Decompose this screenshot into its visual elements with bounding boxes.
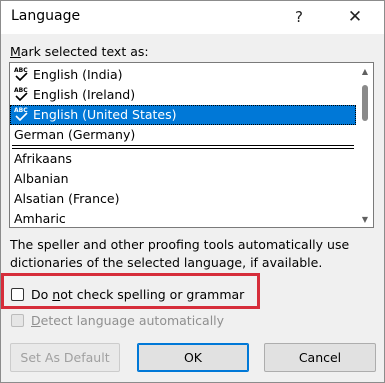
language-item-afrikaans[interactable]: Afrikaans <box>10 149 356 169</box>
help-button[interactable]: ? <box>281 2 317 32</box>
do-not-check-spelling-checkbox[interactable]: Do not check spelling or grammar <box>11 286 244 302</box>
scroll-up-arrow-icon[interactable]: ▲ <box>357 63 373 79</box>
language-item-german-germany[interactable]: German (Germany) <box>10 125 356 145</box>
spell-check-icon: ABC <box>14 87 30 102</box>
scroll-thumb[interactable] <box>362 85 368 121</box>
dialog-title: Language <box>11 8 81 24</box>
spell-check-icon: ABC <box>14 67 30 82</box>
checkbox-label: Detect language automatically <box>31 312 225 328</box>
language-dialog: Language ? ✕ Mark selected text as: ABC E… <box>0 0 385 383</box>
language-item-amharic[interactable]: Amharic <box>10 209 356 227</box>
title-bar: Language ? ✕ <box>1 1 384 34</box>
language-item-english-united-states[interactable]: ABC English (United States) <box>10 105 356 125</box>
checkbox-box[interactable] <box>11 287 24 301</box>
language-list: ABC English (India) ABC English (Ireland) … <box>10 65 356 227</box>
checkbox-box[interactable] <box>11 313 24 327</box>
language-item-albanian[interactable]: Albanian <box>10 169 356 189</box>
close-button[interactable]: ✕ <box>337 2 373 32</box>
checkbox-label: Do not check spelling or grammar <box>31 286 245 302</box>
language-item-alsatian-france[interactable]: Alsatian (France) <box>10 189 356 209</box>
ok-button[interactable]: OK <box>137 343 249 372</box>
scroll-down-arrow-icon[interactable]: ▼ <box>357 211 373 227</box>
mark-selected-text-label: Mark selected text as: <box>10 44 149 59</box>
language-item-english-ireland[interactable]: ABC English (Ireland) <box>10 85 356 105</box>
language-item-english-india[interactable]: ABC English (India) <box>10 65 356 85</box>
spell-check-icon: ABC <box>14 107 30 122</box>
cancel-button[interactable]: Cancel <box>264 343 376 372</box>
list-scrollbar[interactable]: ▲ ▼ <box>357 63 373 227</box>
detect-language-checkbox[interactable]: Detect language automatically <box>11 312 224 328</box>
proofing-info-text: The speller and other proofing tools aut… <box>10 237 350 270</box>
language-listbox[interactable]: ABC English (India) ABC English (Ireland) … <box>9 62 374 228</box>
set-as-default-button[interactable]: Set As Default <box>10 343 120 372</box>
